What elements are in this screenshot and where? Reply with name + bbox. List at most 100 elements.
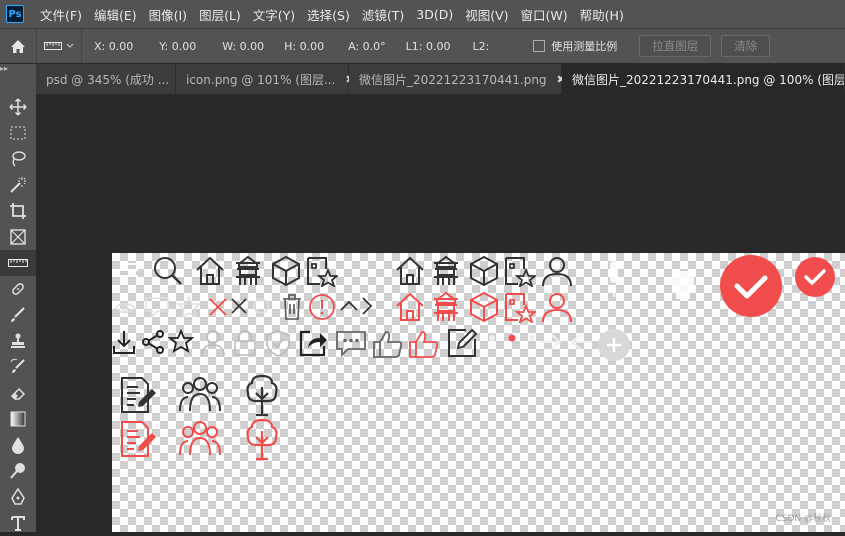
check-circle-large-icon [720,255,782,317]
user-icon [542,257,572,287]
tab-wechat-image-active[interactable]: 微信图片_20221223170441.png @ 100% (图层 1, [562,64,845,94]
chevron-right-icon [362,297,373,315]
temple-icon [236,255,260,285]
temple-icon [434,255,458,285]
menu-3d[interactable]: 3D(D) [410,7,459,22]
menu-window[interactable]: 窗口(W) [515,5,574,24]
document-edit-icon [121,377,156,413]
menu-edit[interactable]: 编辑(E) [88,5,143,24]
menu-select[interactable]: 选择(S) [301,5,356,24]
ruler-tool-icon[interactable] [0,250,36,276]
photoshop-logo[interactable]: Ps [6,5,24,23]
menu-view[interactable]: 视图(V) [459,5,514,24]
share-out-icon [299,330,327,357]
tab-label: psd @ 345% (成功 ... [46,72,170,87]
star-icon [176,295,202,319]
cube-icon [470,255,498,287]
w-readout: W: 0.00 [222,39,265,53]
menu-image[interactable]: 图像(I) [143,5,193,24]
tree-icon [246,418,278,461]
star-icon [168,329,194,353]
x-readout: X: 0.00 [94,39,134,53]
type-tool-icon[interactable] [0,510,36,536]
tab-label: icon.png @ 101% (图层... [186,72,336,87]
l1-readout: L1: 0.00 [405,39,451,53]
crop-tool-icon[interactable] [0,198,36,224]
settings-icon [253,298,269,314]
tab-wechat-image[interactable]: 微信图片_20221223170441.png✖ [349,64,566,94]
document-canvas[interactable] [112,253,845,532]
check-circle-small-icon [795,257,835,297]
tab-psd[interactable]: psd @ 345% (成功 ...✖ [36,64,188,94]
history-brush-icon[interactable] [0,354,36,380]
marquee-tool-icon[interactable] [0,120,36,146]
menu-icon [120,263,138,277]
chat-bubble-icon [145,297,169,318]
thumbs-up-icon [409,331,439,358]
stamp-tool-icon[interactable] [0,328,36,354]
trash-icon [283,294,301,320]
eraser-tool-icon[interactable] [0,380,36,406]
document-tab-bar: psd @ 345% (成功 ...✖ icon.png @ 101% (图层.… [0,64,845,94]
lasso-tool-icon[interactable] [0,146,36,172]
starred-doc-icon [505,293,536,323]
cube-icon [470,291,498,323]
frame-tool-icon[interactable] [0,224,36,250]
menu-type[interactable]: 文字(Y) [247,5,301,24]
angle-readout: A: 0.0° [348,39,386,53]
straighten-layer-button[interactable]: 拉直图层 [639,35,712,57]
group-icon [179,377,221,412]
menu-file[interactable]: 文件(F) [34,5,88,24]
magic-wand-icon[interactable] [0,172,36,198]
home-button[interactable] [0,29,37,63]
watermark: CSDN @秋秋 [775,514,831,524]
move-tool-icon[interactable] [0,94,36,120]
home-icon [396,256,424,285]
temple-icon [434,291,458,321]
comment-icon [336,331,366,358]
home-icon [11,39,25,53]
tab-label: 微信图片_20221223170441.png [359,72,547,87]
lock-icon [234,330,256,356]
ruler-icon [44,42,62,50]
y-readout: Y: 0.00 [159,39,197,53]
user-icon [201,330,225,357]
nav-arrows-icon [540,334,592,350]
home-icon [396,292,424,321]
document-edit-icon [121,421,156,457]
h-readout: H: 0.00 [284,39,325,53]
close-icon [209,298,227,316]
pen-tool-icon[interactable] [0,484,36,510]
healing-brush-icon[interactable] [0,276,36,302]
chevron-up-icon [340,300,358,311]
microphone-icon [610,261,618,297]
home-icon [196,256,224,285]
tab-icon-png[interactable]: icon.png @ 101% (图层...✖ [176,64,355,94]
user-icon [542,293,572,323]
menu-filter[interactable]: 滤镜(T) [356,5,410,24]
thumbs-up-icon [373,331,403,358]
tree-icon [246,374,278,417]
download-icon [113,331,135,354]
use-scale-label: 使用测量比例 [551,40,618,53]
brush-tool-icon[interactable] [0,302,36,328]
clear-button[interactable]: 清除 [721,35,771,57]
shield-check-icon [266,330,290,357]
tools-panel [0,94,36,532]
menu-layer[interactable]: 图层(L) [193,5,247,24]
dodge-tool-icon[interactable] [0,458,36,484]
cube-icon [272,255,300,287]
l2-readout: L2: [472,39,490,53]
menu-bar: Ps 文件(F) 编辑(E) 图像(I) 图层(L) 文字(Y) 选择(S) 滤… [0,0,845,28]
tab-label: 微信图片_20221223170441.png @ 100% (图层 1, [572,72,845,87]
search-icon [154,257,182,285]
use-scale-checkbox[interactable] [533,40,546,52]
gradient-tool-icon[interactable] [0,406,36,432]
options-bar: X: 0.00 Y: 0.00 W: 0.00 H: 0.00 A: 0.0° … [0,28,845,64]
menu-help[interactable]: 帮助(H) [574,5,630,24]
blur-tool-icon[interactable] [0,432,36,458]
group-icon [179,421,221,456]
collapse-toggle[interactable]: ▸▸ [0,64,36,74]
tool-preset-picker[interactable] [37,29,82,63]
alert-circle-icon [309,294,335,320]
